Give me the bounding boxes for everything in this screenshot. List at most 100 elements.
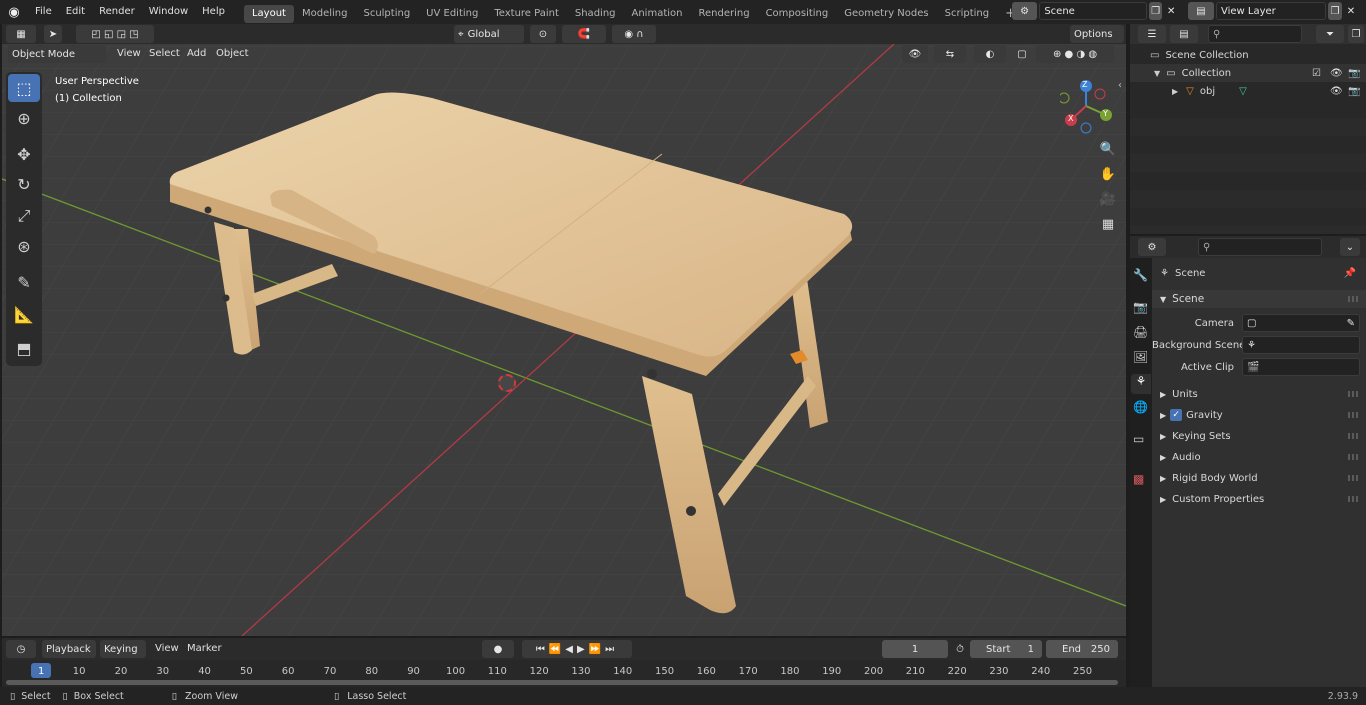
rigid-body-panel-header[interactable]: ▶ Rigid Body World [1152,469,1366,487]
xray-icon[interactable]: ▢ [1014,45,1030,63]
scene-name-field[interactable]: Scene [1039,2,1147,20]
properties-search-input[interactable]: ⚲ [1198,238,1322,256]
collection-render-icon[interactable]: 📷 [1348,68,1360,79]
tab-scripting[interactable]: Scripting [937,5,997,23]
menu-file[interactable]: File [28,0,59,24]
navigation-gizmo[interactable]: Z Y X [1058,78,1116,134]
audio-panel-header[interactable]: ▶ Audio [1152,448,1366,466]
snap-icon[interactable]: 🧲 [562,25,606,43]
properties-editor-type-icon[interactable]: ⚙ [1138,238,1166,256]
editor-type-icon[interactable]: ▦ [6,25,36,43]
zoom-icon[interactable]: 🔍 [1098,142,1118,162]
tab-sculpting[interactable]: Sculpting [355,5,418,23]
outliner-row-collection[interactable]: ▼ ▭ Collection ☑ 👁 📷 [1130,64,1366,82]
tab-modeling[interactable]: Modeling [294,5,356,23]
select-tool-icon[interactable]: ➤ [44,25,62,43]
filter-icon[interactable]: ⏷ [1316,25,1344,43]
custom-properties-panel-header[interactable]: ▶ Custom Properties [1152,490,1366,508]
new-scene-icon[interactable]: ❐ [1148,2,1163,20]
tab-shading[interactable]: Shading [567,5,624,23]
pan-hand-icon[interactable]: ✋ [1098,167,1118,187]
3d-cursor-icon[interactable] [498,374,516,392]
blender-logo-icon[interactable]: ◉ [0,5,28,20]
scale-tool-icon[interactable]: ⤢ [8,202,40,230]
annotate-tool-icon[interactable]: ✎ [8,268,40,296]
panel-drag-handle[interactable] [1348,296,1360,302]
tab-geometry-nodes[interactable]: Geometry Nodes [836,5,936,23]
display-mode-icon[interactable]: ▤ [1170,25,1198,43]
active-clip-field[interactable]: 🎬 [1242,358,1360,376]
view-layer-icon[interactable]: ▤ [1188,2,1214,20]
record-icon[interactable]: ● [482,640,514,658]
shading-mode-icons[interactable]: ⊕ ● ◑ ◍ [1036,45,1114,63]
outliner-row-obj[interactable]: ▶ ▽ obj ▽ 👁 📷 [1130,82,1366,100]
table-model[interactable] [2,24,1126,636]
sidebar-toggle-icon[interactable]: ‹ [1118,80,1122,91]
start-frame-field[interactable]: Start 1 [970,640,1042,658]
select-box-tool-icon[interactable]: ⬚ [8,74,40,102]
menu-window[interactable]: Window [142,0,195,24]
gravity-panel-header[interactable]: ▶ ✓ Gravity [1152,406,1366,424]
pin-icon[interactable]: 📌 [1344,268,1356,279]
gizmo-toggle-icon[interactable]: ⇆ [934,45,966,63]
delete-scene-icon[interactable]: ✕ [1164,2,1178,20]
cursor-tool-icon[interactable]: ⊕ [8,104,40,132]
tab-rendering[interactable]: Rendering [690,5,757,23]
outliner-row-scene-collection[interactable]: ▭ Scene Collection [1130,46,1366,64]
collection-visibility-icon[interactable]: 👁 [1330,68,1343,79]
custom-properties-drag-handle[interactable] [1348,496,1360,502]
options-dropdown[interactable]: Options [1070,25,1124,43]
move-tool-icon[interactable]: ✥ [8,140,40,168]
camera-field[interactable]: ▢ ✎ [1242,314,1360,332]
current-frame-field[interactable]: 1 [882,640,948,658]
viewport-menu-object[interactable]: Object [209,44,256,64]
overlay-toggle-icon[interactable]: ◐ [974,45,1006,63]
outliner-editor-type-icon[interactable]: ☰ [1138,25,1166,43]
scene-panel-header[interactable]: ▼ Scene [1152,290,1366,308]
exclude-checkbox-icon[interactable]: ☑ [1312,68,1321,79]
timeline-editor-type-icon[interactable]: ◷ [6,640,36,658]
keying-sets-panel-header[interactable]: ▶ Keying Sets [1152,427,1366,445]
menu-help[interactable]: Help [195,0,232,24]
perspective-toggle-icon[interactable]: ▦ [1098,217,1118,237]
eyedropper-icon[interactable]: ✎ [1347,318,1355,329]
3d-viewport[interactable] [2,24,1126,636]
gravity-drag-handle[interactable] [1348,412,1360,418]
tab-animation[interactable]: Animation [624,5,691,23]
stopwatch-icon[interactable]: ⏱ [952,640,968,658]
object-visibility-icon[interactable]: 👁 [1330,86,1343,97]
units-drag-handle[interactable] [1348,391,1360,397]
timeline-scrollbar[interactable] [6,680,1118,685]
keying-sets-drag-handle[interactable] [1348,433,1360,439]
keying-menu[interactable]: Keying [100,640,146,658]
rotate-tool-icon[interactable]: ↻ [8,170,40,198]
timeline-menu-marker[interactable]: Marker [180,638,229,660]
measure-tool-icon[interactable]: 📐 [8,300,40,328]
tab-texture-paint[interactable]: Texture Paint [486,5,567,23]
menu-render[interactable]: Render [92,0,142,24]
new-view-layer-icon[interactable]: ❐ [1328,2,1342,20]
object-mode-select[interactable]: Object Mode [8,45,106,63]
tab-uv-editing[interactable]: UV Editing [418,5,486,23]
properties-options-icon[interactable]: ⌄ [1340,238,1360,256]
playback-controls[interactable]: ⏮⏪◀▶⏩⏭ [522,640,632,658]
scene-tab-icon[interactable]: ⚘ [1131,374,1151,394]
tab-compositing[interactable]: Compositing [758,5,837,23]
tool-tab-icon[interactable]: 🔧 [1133,268,1148,282]
menu-edit[interactable]: Edit [59,0,92,24]
view-layer-name-field[interactable]: View Layer [1216,2,1326,20]
transform-tool-icon[interactable]: ⊛ [8,232,40,260]
tab-layout[interactable]: Layout [243,4,294,23]
playback-menu[interactable]: Playback [42,640,96,658]
world-tab-icon[interactable]: 🌐 [1133,400,1148,414]
rigid-body-drag-handle[interactable] [1348,475,1360,481]
add-cube-tool-icon[interactable]: ⬒ [8,334,40,362]
delete-view-layer-icon[interactable]: ✕ [1344,2,1358,20]
texture-tab-icon[interactable]: ▩ [1133,472,1144,486]
expand-arrow-icon[interactable]: ▶ [1172,87,1178,96]
object-render-icon[interactable]: 📷 [1348,86,1360,97]
camera-view-icon[interactable]: 🎥 [1098,192,1118,212]
audio-drag-handle[interactable] [1348,454,1360,460]
view-layer-tab-icon[interactable]: 🖼 [1133,350,1148,364]
select-mode-icons[interactable]: ◰ ◱ ◲ ◳ [76,25,154,43]
